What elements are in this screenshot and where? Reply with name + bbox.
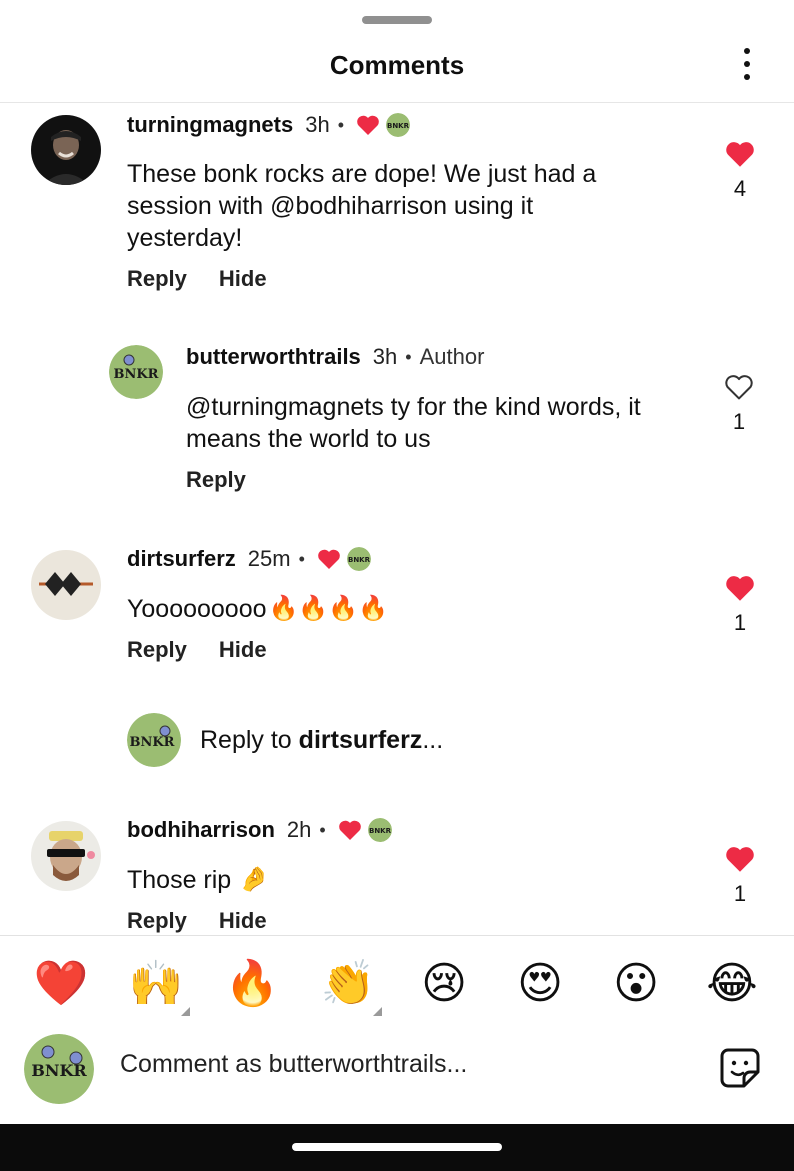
comment-text: These bonk rocks are dope! We just had a… — [127, 158, 596, 254]
like-count: 1 — [733, 610, 747, 635]
reaction-raised-hands[interactable]: 🙌 — [126, 948, 186, 1018]
reply-button[interactable]: Reply — [186, 467, 246, 493]
sticker-icon[interactable] — [718, 1046, 762, 1090]
reaction-clap[interactable]: 👏 — [318, 948, 378, 1018]
author-label: Author — [419, 344, 485, 369]
svg-text:BNKR: BNKR — [369, 827, 392, 835]
hide-button[interactable]: Hide — [219, 637, 267, 663]
like-count: 1 — [732, 409, 746, 434]
comment-line: Those rip — [127, 866, 232, 894]
fire-icon: 🔥🔥🔥🔥 — [268, 595, 389, 622]
heart-icon[interactable] — [724, 845, 756, 873]
composer-avatar: BNKR — [24, 1034, 94, 1104]
comment-meta: dirtsurferz 25m • BNKR — [127, 546, 371, 572]
comment-meta: bodhiharrison 2h • BNKR — [127, 817, 392, 843]
comment-line: session with @bodhiharrison using it — [127, 192, 534, 220]
comment-meta: butterworthtrails 3h • Author — [186, 344, 484, 370]
pinch-hand-icon: 🤌 — [239, 866, 270, 893]
skin-tone-indicator — [373, 1007, 382, 1016]
comment-line: @turningmagnets ty for the kind words, i… — [186, 393, 641, 421]
creator-avatar-badge: BNKR — [367, 818, 392, 842]
svg-text:BNKR: BNKR — [31, 1061, 87, 1080]
comment-time: 3h — [305, 112, 330, 137]
comment-meta: turningmagnets 3h • BNKR — [127, 112, 411, 138]
comment-username[interactable]: turningmagnets — [127, 112, 293, 138]
like-count: 4 — [733, 176, 747, 201]
comment-actions: Reply Hide — [127, 266, 267, 292]
home-gesture-bar[interactable] — [292, 1143, 502, 1151]
comment-line: yesterday! — [127, 224, 243, 252]
reply-button[interactable]: Reply — [127, 908, 187, 934]
comment-username[interactable]: butterworthtrails — [186, 344, 361, 370]
like-control: 1 — [720, 845, 760, 907]
comment-actions: Reply Hide — [127, 637, 267, 663]
like-control: 1 — [720, 574, 760, 636]
my-avatar: BNKR — [127, 713, 181, 767]
reply-to-prompt[interactable]: Reply to dirtsurferz... — [200, 726, 443, 755]
reaction-fire[interactable]: 🔥 — [222, 948, 282, 1018]
comment-time: 3h — [372, 344, 398, 369]
heart-icon[interactable] — [724, 574, 756, 602]
comment-username[interactable]: bodhiharrison — [127, 817, 275, 843]
comment-line: These bonk rocks are dope! We just had a — [127, 160, 597, 188]
header-divider — [0, 102, 794, 103]
composer-divider — [0, 935, 794, 936]
creator-avatar-badge: BNKR — [386, 113, 411, 137]
quick-reactions: ❤️ 🙌 🔥 👏 😢 😍 😮 😂 — [0, 948, 794, 1018]
creator-liked-heart-icon — [317, 548, 341, 570]
avatar-butterworthtrails[interactable]: BNKR — [109, 345, 163, 399]
comment-actions: Reply Hide — [127, 908, 267, 934]
separator-dot: • — [319, 819, 326, 840]
svg-text:BNKR: BNKR — [130, 735, 175, 750]
svg-text:BNKR: BNKR — [114, 367, 159, 382]
comment-time: 2h — [286, 817, 312, 842]
like-control: 4 — [720, 140, 760, 202]
hide-button[interactable]: Hide — [219, 908, 267, 934]
reply-prompt-suffix: ... — [422, 726, 444, 754]
heart-outline-icon[interactable] — [723, 373, 755, 401]
reply-button[interactable]: Reply — [127, 266, 187, 292]
heart-icon[interactable] — [724, 140, 756, 168]
comment-actions: Reply — [186, 467, 246, 493]
more-options-icon[interactable] — [738, 48, 756, 80]
like-control: 1 — [719, 373, 759, 435]
avatar-dirtsurferz[interactable] — [31, 550, 101, 620]
reply-button[interactable]: Reply — [127, 637, 187, 663]
comment-input[interactable]: Comment as butterworthtrails... — [120, 1050, 467, 1079]
reply-prompt-prefix: Reply to — [200, 726, 299, 754]
reaction-laughing[interactable]: 😂 — [702, 948, 762, 1018]
svg-text:BNKR: BNKR — [348, 556, 371, 564]
creator-liked-heart-icon — [338, 819, 362, 841]
avatar-bodhiharrison[interactable] — [31, 821, 101, 891]
svg-text:BNKR: BNKR — [387, 122, 410, 130]
separator-dot: • — [298, 548, 305, 569]
drag-handle[interactable] — [362, 16, 432, 24]
comment-text: Those rip 🤌 — [127, 864, 269, 896]
skin-tone-indicator — [181, 1007, 190, 1016]
hide-button[interactable]: Hide — [219, 266, 267, 292]
reaction-heart-eyes[interactable]: 😍 — [510, 948, 570, 1018]
avatar-turningmagnets[interactable] — [31, 115, 101, 185]
reaction-heart[interactable]: ❤️ — [31, 948, 91, 1018]
separator-dot: • — [337, 114, 345, 135]
comment-text: @turningmagnets ty for the kind words, i… — [186, 391, 641, 455]
separator-dot: • — [405, 346, 412, 367]
reaction-surprised[interactable]: 😮 — [606, 948, 666, 1018]
page-title: Comments — [329, 50, 465, 80]
like-count: 1 — [733, 881, 747, 906]
creator-avatar-badge: BNKR — [346, 547, 371, 571]
creator-liked-heart-icon — [356, 114, 380, 136]
comment-text: Yooooooooo 🔥🔥🔥🔥 — [127, 593, 388, 625]
reaction-crying[interactable]: 😢 — [414, 948, 474, 1018]
comment-line: Yooooooooo — [127, 595, 267, 623]
reply-prompt-username: dirtsurferz — [298, 726, 423, 754]
comment-line: means the world to us — [186, 425, 431, 453]
comment-username[interactable]: dirtsurferz — [127, 546, 236, 572]
comment-time: 25m — [247, 546, 291, 571]
